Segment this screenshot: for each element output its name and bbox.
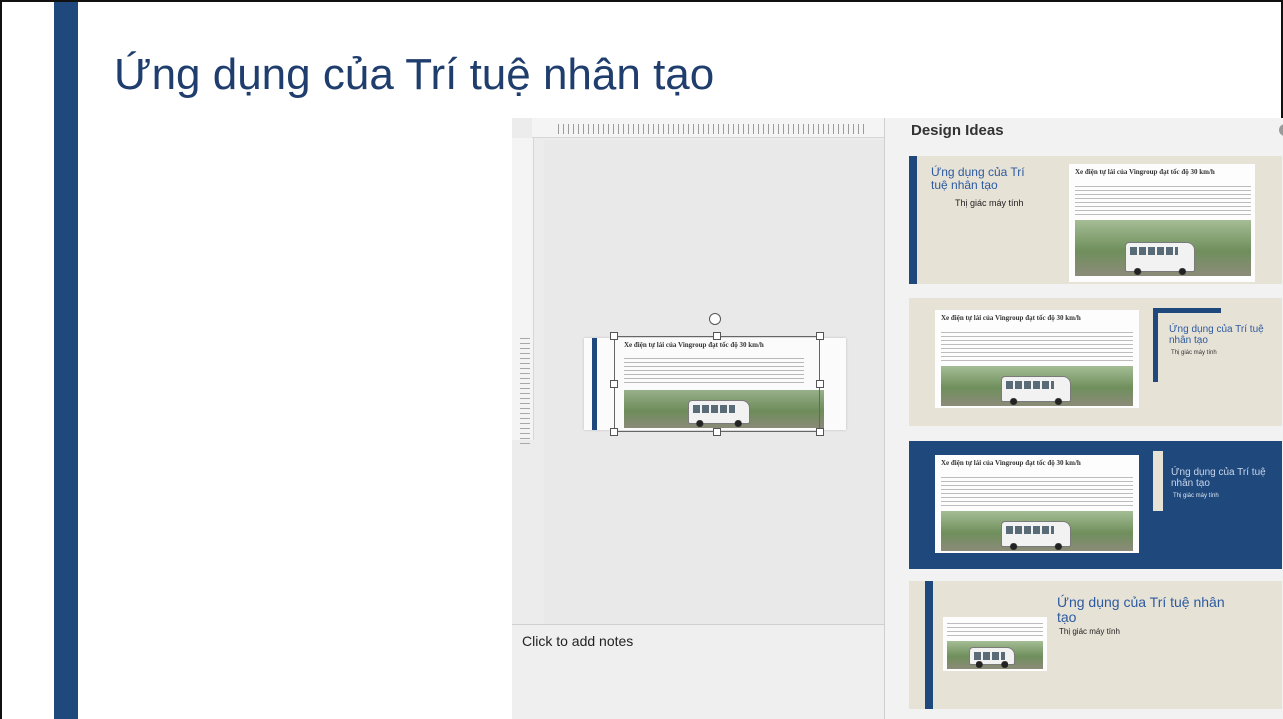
bus-photo (941, 511, 1133, 551)
rotate-handle-icon[interactable] (709, 313, 721, 325)
pane-scroll-indicator[interactable] (1279, 124, 1283, 136)
resize-handle[interactable] (610, 332, 618, 340)
idea-article-card: Xe điện tự lái của Vingroup đạt tốc độ 3… (1069, 164, 1255, 282)
idea-title: Ứng dụng của Trí tuệ nhân tạo (1169, 324, 1264, 346)
idea-text-lines (941, 332, 1133, 362)
embedded-screenshot: Xe điện tự lái của Vingroup đạt tốc độ 3… (512, 118, 1283, 719)
ruler-ticks (558, 124, 864, 134)
bus-icon (1001, 376, 1071, 405)
notes-placeholder: Click to add notes (522, 633, 634, 649)
idea-accent-line (1153, 308, 1158, 382)
idea-accent-bar (909, 156, 917, 284)
resize-handle[interactable] (816, 428, 824, 436)
resize-handle[interactable] (610, 380, 618, 388)
idea-article-card (943, 617, 1047, 671)
slide-editor: Xe điện tự lái của Vingroup đạt tốc độ 3… (512, 118, 884, 719)
horizontal-ruler (532, 118, 884, 138)
idea-article-card: Xe điện tự lái của Vingroup đạt tốc độ 3… (935, 310, 1139, 408)
slide-title: Ứng dụng của Trí tuệ nhân tạo (114, 50, 715, 99)
design-idea-1[interactable]: Ứng dụng của Trí tuệ nhân tạo Thị giác m… (909, 156, 1282, 284)
idea-title: Ứng dụng của Trí tuệ nhân tạo (1171, 467, 1266, 489)
idea-bullet: Thị giác máy tính (1059, 627, 1120, 636)
resize-handle[interactable] (713, 428, 721, 436)
idea-accent-line (1153, 451, 1163, 511)
design-idea-4[interactable]: Ứng dụng của Trí tuệ nhân tạo Thị giác m… (909, 581, 1282, 709)
design-ideas-pane: Design Ideas Ứng dụng của Trí tuệ nhân t… (884, 118, 1283, 719)
resize-handle[interactable] (713, 332, 721, 340)
idea-article-title: Xe điện tự lái của Vingroup đạt tốc độ 3… (941, 459, 1081, 467)
bus-icon (1125, 242, 1195, 275)
idea-article-title: Xe điện tự lái của Vingroup đạt tốc độ 3… (941, 314, 1081, 322)
idea-bullet: Thị giác máy tính (1173, 493, 1219, 499)
idea-text-lines (947, 623, 1043, 639)
design-idea-3[interactable]: Xe điện tự lái của Vingroup đạt tốc độ 3… (909, 441, 1282, 569)
idea-text-lines (941, 477, 1133, 507)
bus-photo (1075, 220, 1251, 276)
design-ideas-title: Design Ideas (911, 122, 1004, 139)
resize-handle[interactable] (816, 332, 824, 340)
design-idea-2[interactable]: Xe điện tự lái của Vingroup đạt tốc độ 3… (909, 298, 1282, 426)
selection-box[interactable] (614, 336, 820, 432)
bus-photo (941, 366, 1133, 406)
bus-icon (969, 647, 1015, 668)
bus-icon (1001, 521, 1071, 550)
idea-bullet: Thị giác máy tính (955, 198, 1024, 208)
slide-frame: Ứng dụng của Trí tuệ nhân tạo Xe điện tự… (0, 0, 1283, 719)
idea-text-lines (1075, 186, 1251, 216)
idea-article-card: Xe điện tự lái của Vingroup đạt tốc độ 3… (935, 455, 1139, 553)
idea-title: Ứng dụng của Trí tuệ nhân tạo (1057, 594, 1225, 625)
idea-accent-bar (925, 581, 933, 709)
ruler-ticks (520, 338, 530, 448)
idea-accent-line (1153, 308, 1221, 313)
thumbnail-accent-bar (592, 338, 597, 430)
slide-accent-bar (54, 2, 78, 719)
idea-title: Ứng dụng của Trí tuệ nhân tạo (931, 165, 1025, 192)
bus-photo (947, 641, 1043, 669)
idea-bullet: Thị giác máy tính (1171, 350, 1217, 356)
notes-pane[interactable]: Click to add notes (512, 624, 884, 719)
resize-handle[interactable] (816, 380, 824, 388)
idea-article-title: Xe điện tự lái của Vingroup đạt tốc độ 3… (1075, 168, 1215, 176)
vertical-ruler (512, 138, 534, 448)
resize-handle[interactable] (610, 428, 618, 436)
